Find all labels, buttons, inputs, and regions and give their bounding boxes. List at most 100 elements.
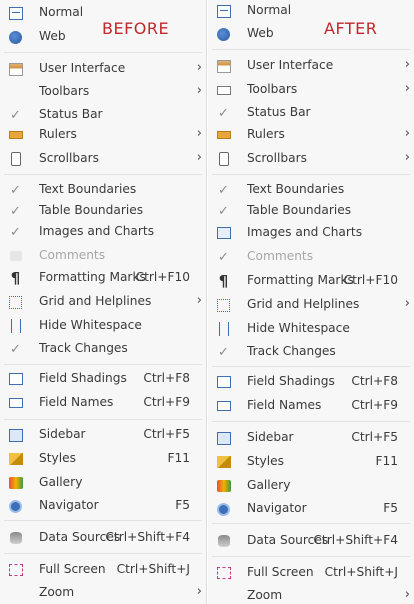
check-icon: ✓	[10, 203, 21, 219]
menu-item-label: Full Screen	[39, 562, 106, 576]
menu-item-normal[interactable]: Normal	[0, 2, 206, 24]
menu-item-label: User Interface	[39, 61, 126, 75]
menu-item-field-shadings[interactable]: Field Shadings Ctrl+F8	[208, 371, 414, 393]
menu-item-grid-and-helplines[interactable]: Grid and Helplines ›	[208, 294, 414, 316]
menu-item-track-changes[interactable]: ✓ Track Changes	[208, 341, 414, 363]
menu-item-toolbars[interactable]: Toolbars ›	[0, 81, 206, 103]
menu-item-styles[interactable]: Styles F11	[208, 451, 414, 473]
submenu-arrow-icon: ›	[404, 150, 410, 165]
user-interface-icon	[7, 61, 24, 77]
menu-item-user-interface[interactable]: User Interface ›	[208, 55, 414, 77]
menu-item-user-interface[interactable]: User Interface ›	[0, 58, 206, 80]
menu-item-text-boundaries[interactable]: ✓ Text Boundaries	[0, 179, 206, 201]
menu-item-track-changes[interactable]: ✓ Track Changes	[0, 338, 206, 360]
menu-item-label: Grid and Helplines	[39, 294, 152, 308]
menu-item-label: Field Names	[39, 395, 114, 409]
menu-separator	[212, 421, 410, 422]
menu-item-data-sources[interactable]: Data Sources Ctrl+Shift+F4	[0, 527, 206, 549]
whitespace-icon	[7, 318, 24, 334]
menu-item-table-boundaries[interactable]: ✓ Table Boundaries	[0, 200, 206, 222]
menu-item-label: Scrollbars	[39, 151, 99, 165]
shortcut-label: Ctrl+F8	[351, 374, 398, 388]
menu-item-web[interactable]: Web	[208, 23, 414, 45]
pilcrow-icon: ¶	[10, 269, 21, 287]
menu-separator	[212, 556, 410, 557]
menu-item-label: Rulers	[247, 127, 285, 141]
menu-item-styles[interactable]: Styles F11	[0, 448, 206, 470]
menu-item-label: Styles	[39, 451, 76, 465]
menu-item-toolbars[interactable]: Toolbars ›	[208, 79, 414, 101]
menu-item-zoom[interactable]: Zoom ›	[208, 585, 414, 604]
check-icon: ✓	[218, 182, 229, 198]
menu-separator	[4, 419, 202, 420]
menu-item-formatting-marks[interactable]: ¶ Formatting Marks Ctrl+F10	[0, 267, 206, 289]
menu-item-status-bar[interactable]: ✓ Status Bar	[0, 104, 206, 126]
menu-item-label: Images and Charts	[39, 224, 155, 238]
menu-item-label: Status Bar	[39, 107, 103, 121]
submenu-arrow-icon: ›	[404, 57, 410, 72]
menu-item-label: User Interface	[247, 58, 334, 72]
menu-item-rulers[interactable]: Rulers ›	[208, 124, 414, 146]
menu-separator	[212, 366, 410, 367]
menu-item-hide-whitespace[interactable]: Hide Whitespace	[0, 315, 206, 337]
menu-item-field-names[interactable]: Field Names Ctrl+F9	[0, 392, 206, 414]
menu-item-label: Images and Charts	[247, 225, 363, 239]
menu-item-hide-whitespace[interactable]: Hide Whitespace	[208, 318, 414, 340]
menu-item-rulers[interactable]: Rulers ›	[0, 124, 206, 146]
menu-item-field-names[interactable]: Field Names Ctrl+F9	[208, 395, 414, 417]
menu-item-formatting-marks[interactable]: ¶ Formatting Marks Ctrl+F10	[208, 270, 414, 292]
full-screen-icon	[215, 565, 232, 581]
menu-item-gallery[interactable]: Gallery	[208, 475, 414, 497]
menu-separator	[212, 174, 410, 175]
menu-item-data-sources[interactable]: Data Sources Ctrl+Shift+F4	[208, 530, 414, 552]
check-icon: ✓	[10, 224, 21, 240]
menu-item-zoom[interactable]: Zoom ›	[0, 582, 206, 604]
menu-item-label: Text Boundaries	[39, 182, 137, 196]
menu-item-images-and-charts[interactable]: Images and Charts	[208, 222, 414, 244]
menu-item-label: Full Screen	[247, 565, 314, 579]
sidebar-icon	[7, 427, 24, 443]
submenu-arrow-icon: ›	[404, 296, 410, 311]
menu-item-images-and-charts[interactable]: ✓ Images and Charts	[0, 221, 206, 243]
menu-item-comments[interactable]: ✓ Comments	[208, 246, 414, 268]
styles-icon	[215, 454, 232, 470]
menu-item-sidebar[interactable]: Sidebar Ctrl+F5	[208, 427, 414, 449]
menu-item-scrollbars[interactable]: Scrollbars ›	[208, 148, 414, 170]
menu-item-text-boundaries[interactable]: ✓ Text Boundaries	[208, 179, 414, 201]
menu-item-grid-and-helplines[interactable]: Grid and Helplines ›	[0, 291, 206, 313]
menu-item-navigator[interactable]: Navigator F5	[208, 498, 414, 520]
scrollbar-icon	[215, 151, 232, 167]
shortcut-label: F11	[167, 451, 190, 465]
menu-item-label: Navigator	[247, 501, 307, 515]
navigator-icon	[215, 501, 232, 517]
navigator-icon	[7, 498, 24, 514]
shortcut-label: Ctrl+Shift+F4	[313, 533, 398, 547]
menu-item-full-screen[interactable]: Full Screen Ctrl+Shift+J	[208, 562, 414, 584]
menu-item-label: Track Changes	[247, 344, 336, 358]
shortcut-label: F5	[175, 498, 190, 512]
menu-item-label: Sidebar	[247, 430, 294, 444]
shortcut-label: F11	[375, 454, 398, 468]
menu-item-label: Toolbars	[39, 84, 90, 98]
shortcut-label: Ctrl+F10	[343, 273, 398, 287]
menu-item-comments[interactable]: Comments	[0, 245, 206, 267]
menu-item-scrollbars[interactable]: Scrollbars ›	[0, 148, 206, 170]
submenu-arrow-icon: ›	[404, 126, 410, 141]
menu-item-label: Hide Whitespace	[39, 318, 142, 332]
menu-item-label: Normal	[39, 5, 84, 19]
menu-item-gallery[interactable]: Gallery	[0, 472, 206, 494]
menu-item-full-screen[interactable]: Full Screen Ctrl+Shift+J	[0, 559, 206, 581]
menu-item-normal[interactable]: Normal	[208, 0, 414, 22]
menu-item-label: Field Shadings	[247, 374, 335, 388]
menu-item-label: Text Boundaries	[247, 182, 345, 196]
field-shadings-icon	[215, 374, 232, 390]
menu-item-status-bar[interactable]: ✓ Status Bar	[208, 102, 414, 124]
menu-item-field-shadings[interactable]: Field Shadings Ctrl+F8	[0, 368, 206, 390]
menu-item-navigator[interactable]: Navigator F5	[0, 495, 206, 517]
menu-item-sidebar[interactable]: Sidebar Ctrl+F5	[0, 424, 206, 446]
menu-item-label: Formatting Marks	[247, 273, 354, 287]
menu-item-table-boundaries[interactable]: ✓ Table Boundaries	[208, 200, 414, 222]
check-icon: ✓	[218, 249, 229, 265]
menu-item-web[interactable]: Web	[0, 26, 206, 48]
whitespace-icon	[215, 321, 232, 337]
